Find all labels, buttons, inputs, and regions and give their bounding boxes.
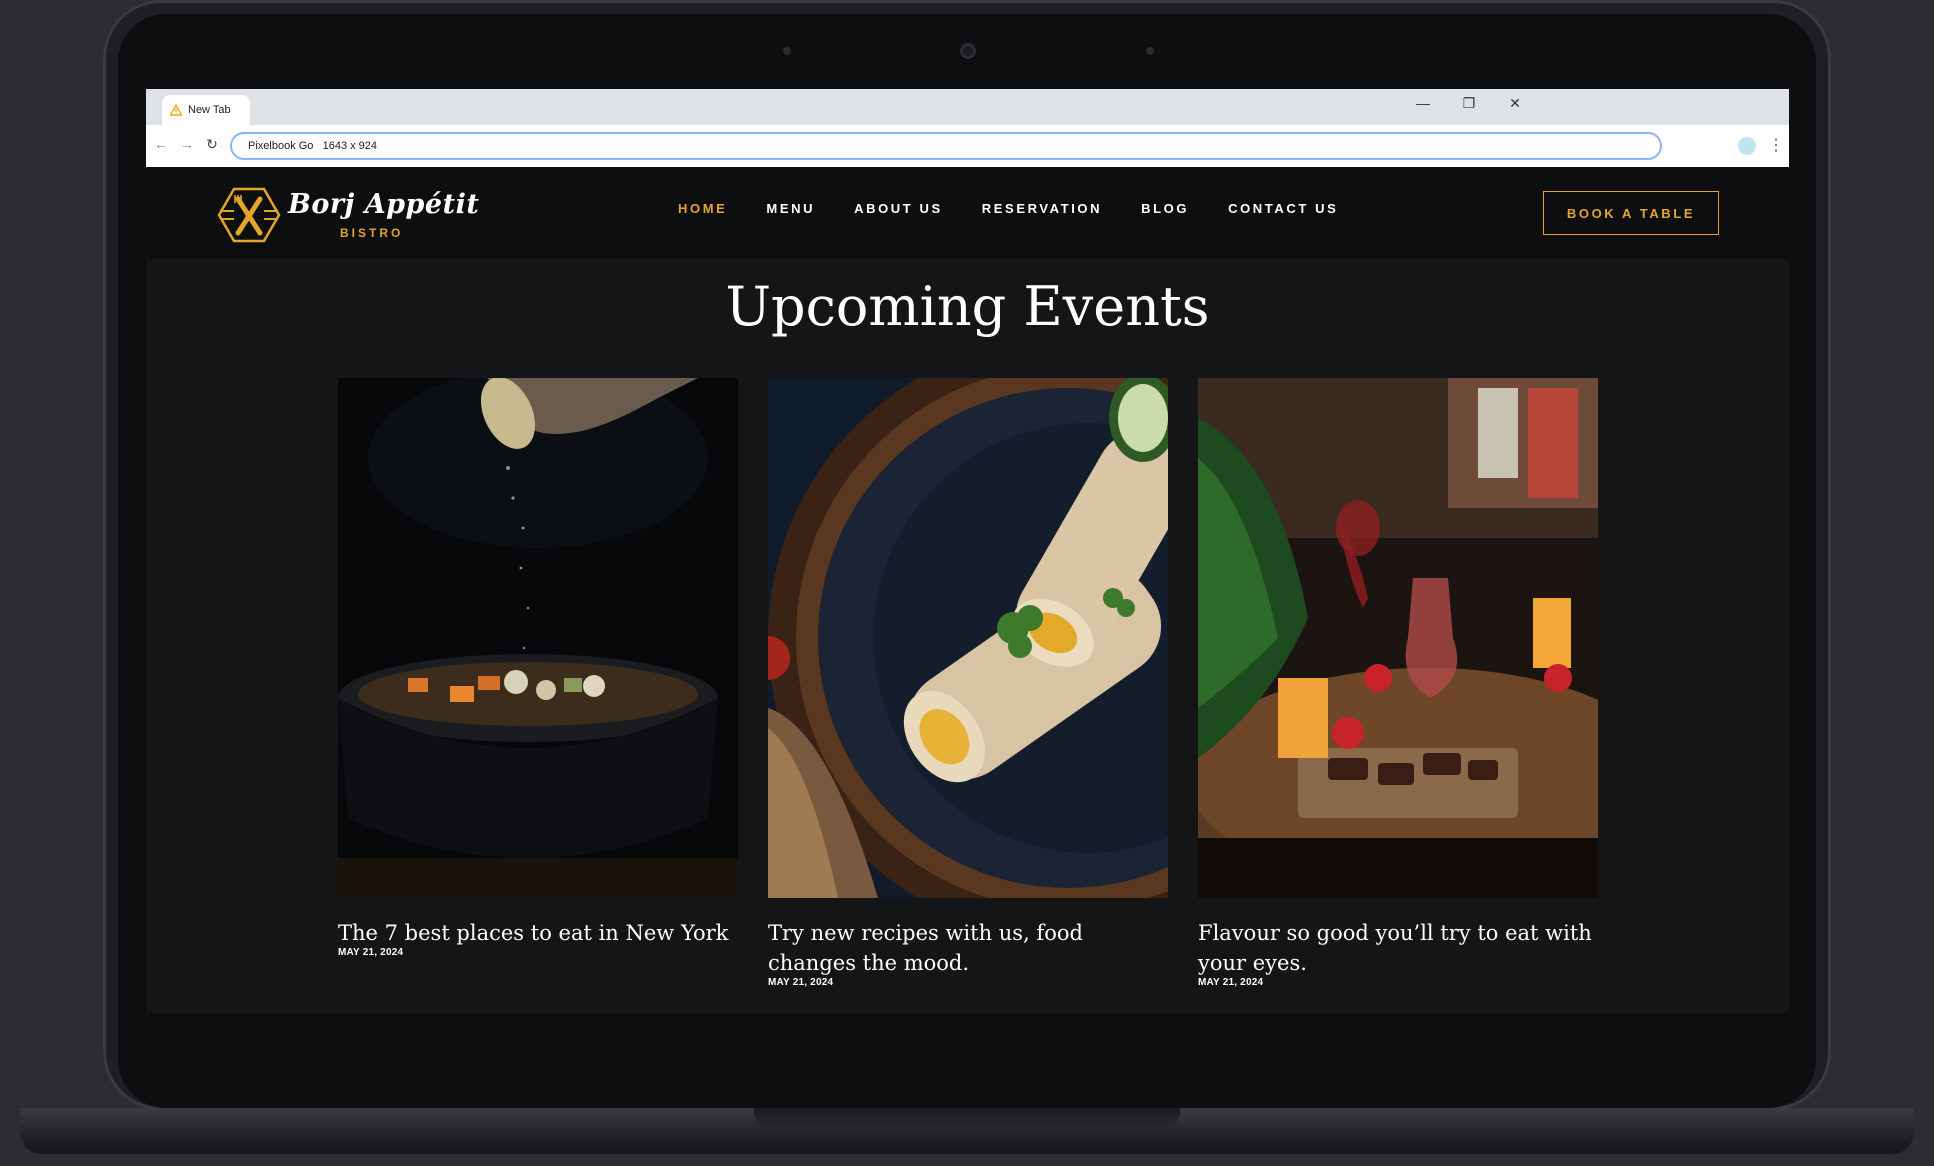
- address-bar[interactable]: Pixelbook Go 1643 x 924: [230, 132, 1662, 160]
- event-title[interactable]: Try new recipes with us, food changes th…: [768, 918, 1168, 978]
- event-image-soup[interactable]: [338, 378, 738, 898]
- webcam: [960, 43, 976, 59]
- nav-item-about-us[interactable]: ABOUT US: [854, 201, 943, 216]
- event-card[interactable]: The 7 best places to eat in New York MAY…: [338, 378, 738, 958]
- wraps-plate-image: [768, 378, 1168, 898]
- back-icon[interactable]: ←: [152, 136, 170, 152]
- sensor-dot-right: [1146, 47, 1154, 55]
- restaurant-table-image: [1198, 378, 1598, 898]
- nav-item-menu[interactable]: MENU: [766, 201, 815, 216]
- browser-menu-icon[interactable]: ⋮: [1768, 135, 1784, 155]
- nav-item-reservation[interactable]: RESERVATION: [982, 201, 1102, 216]
- nav-item-blog[interactable]: BLOG: [1141, 201, 1189, 216]
- event-card[interactable]: Try new recipes with us, food changes th…: [768, 378, 1168, 988]
- soup-bowl-image: [338, 378, 738, 898]
- event-date: MAY 21, 2024: [338, 947, 404, 958]
- browser-toolbar: ← → ↻ Pixelbook Go 1643 x 924 ⋮: [146, 125, 1789, 167]
- browser-tab[interactable]: New Tab: [162, 95, 250, 125]
- event-image-wraps[interactable]: [768, 378, 1168, 898]
- fork-knife-logo-icon[interactable]: [216, 187, 282, 243]
- profile-avatar[interactable]: [1738, 137, 1756, 155]
- browser-tab-title: New Tab: [188, 104, 231, 116]
- forward-icon[interactable]: →: [178, 136, 196, 152]
- minimize-icon[interactable]: —: [1408, 95, 1438, 111]
- event-date: MAY 21, 2024: [1198, 977, 1264, 988]
- event-title[interactable]: Flavour so good you’ll try to eat with y…: [1198, 918, 1598, 978]
- site-header: Borj Appétit BISTRO HOME MENU ABOUT US R…: [146, 167, 1789, 259]
- brand-name[interactable]: Borj Appétit: [288, 189, 479, 220]
- nav-item-home[interactable]: HOME: [678, 201, 727, 216]
- event-title[interactable]: The 7 best places to eat in New York: [338, 918, 738, 948]
- reload-icon[interactable]: ↻: [203, 136, 221, 153]
- screen: New Tab — ❐ ✕ ← → ↻ Pixelbook Go 1643 x …: [146, 89, 1789, 1013]
- book-table-button[interactable]: BOOK A TABLE: [1543, 191, 1719, 235]
- sensor-dot-left: [783, 47, 791, 55]
- warning-icon: [170, 104, 182, 116]
- laptop-hinge-notch: [754, 1108, 1180, 1130]
- brand-tagline: BISTRO: [340, 226, 404, 240]
- restore-icon[interactable]: ❐: [1454, 95, 1484, 112]
- address-text: Pixelbook Go 1643 x 924: [248, 140, 378, 152]
- browser-tab-strip: New Tab — ❐ ✕: [146, 89, 1789, 125]
- event-image-table[interactable]: [1198, 378, 1598, 898]
- close-icon[interactable]: ✕: [1500, 95, 1530, 112]
- section-title: Upcoming Events: [725, 275, 1210, 338]
- event-date: MAY 21, 2024: [768, 977, 834, 988]
- main-nav: HOME MENU ABOUT US RESERVATION BLOG CONT…: [678, 201, 1377, 216]
- event-card[interactable]: Flavour so good you’ll try to eat with y…: [1198, 378, 1598, 988]
- nav-item-contact-us[interactable]: CONTACT US: [1228, 201, 1338, 216]
